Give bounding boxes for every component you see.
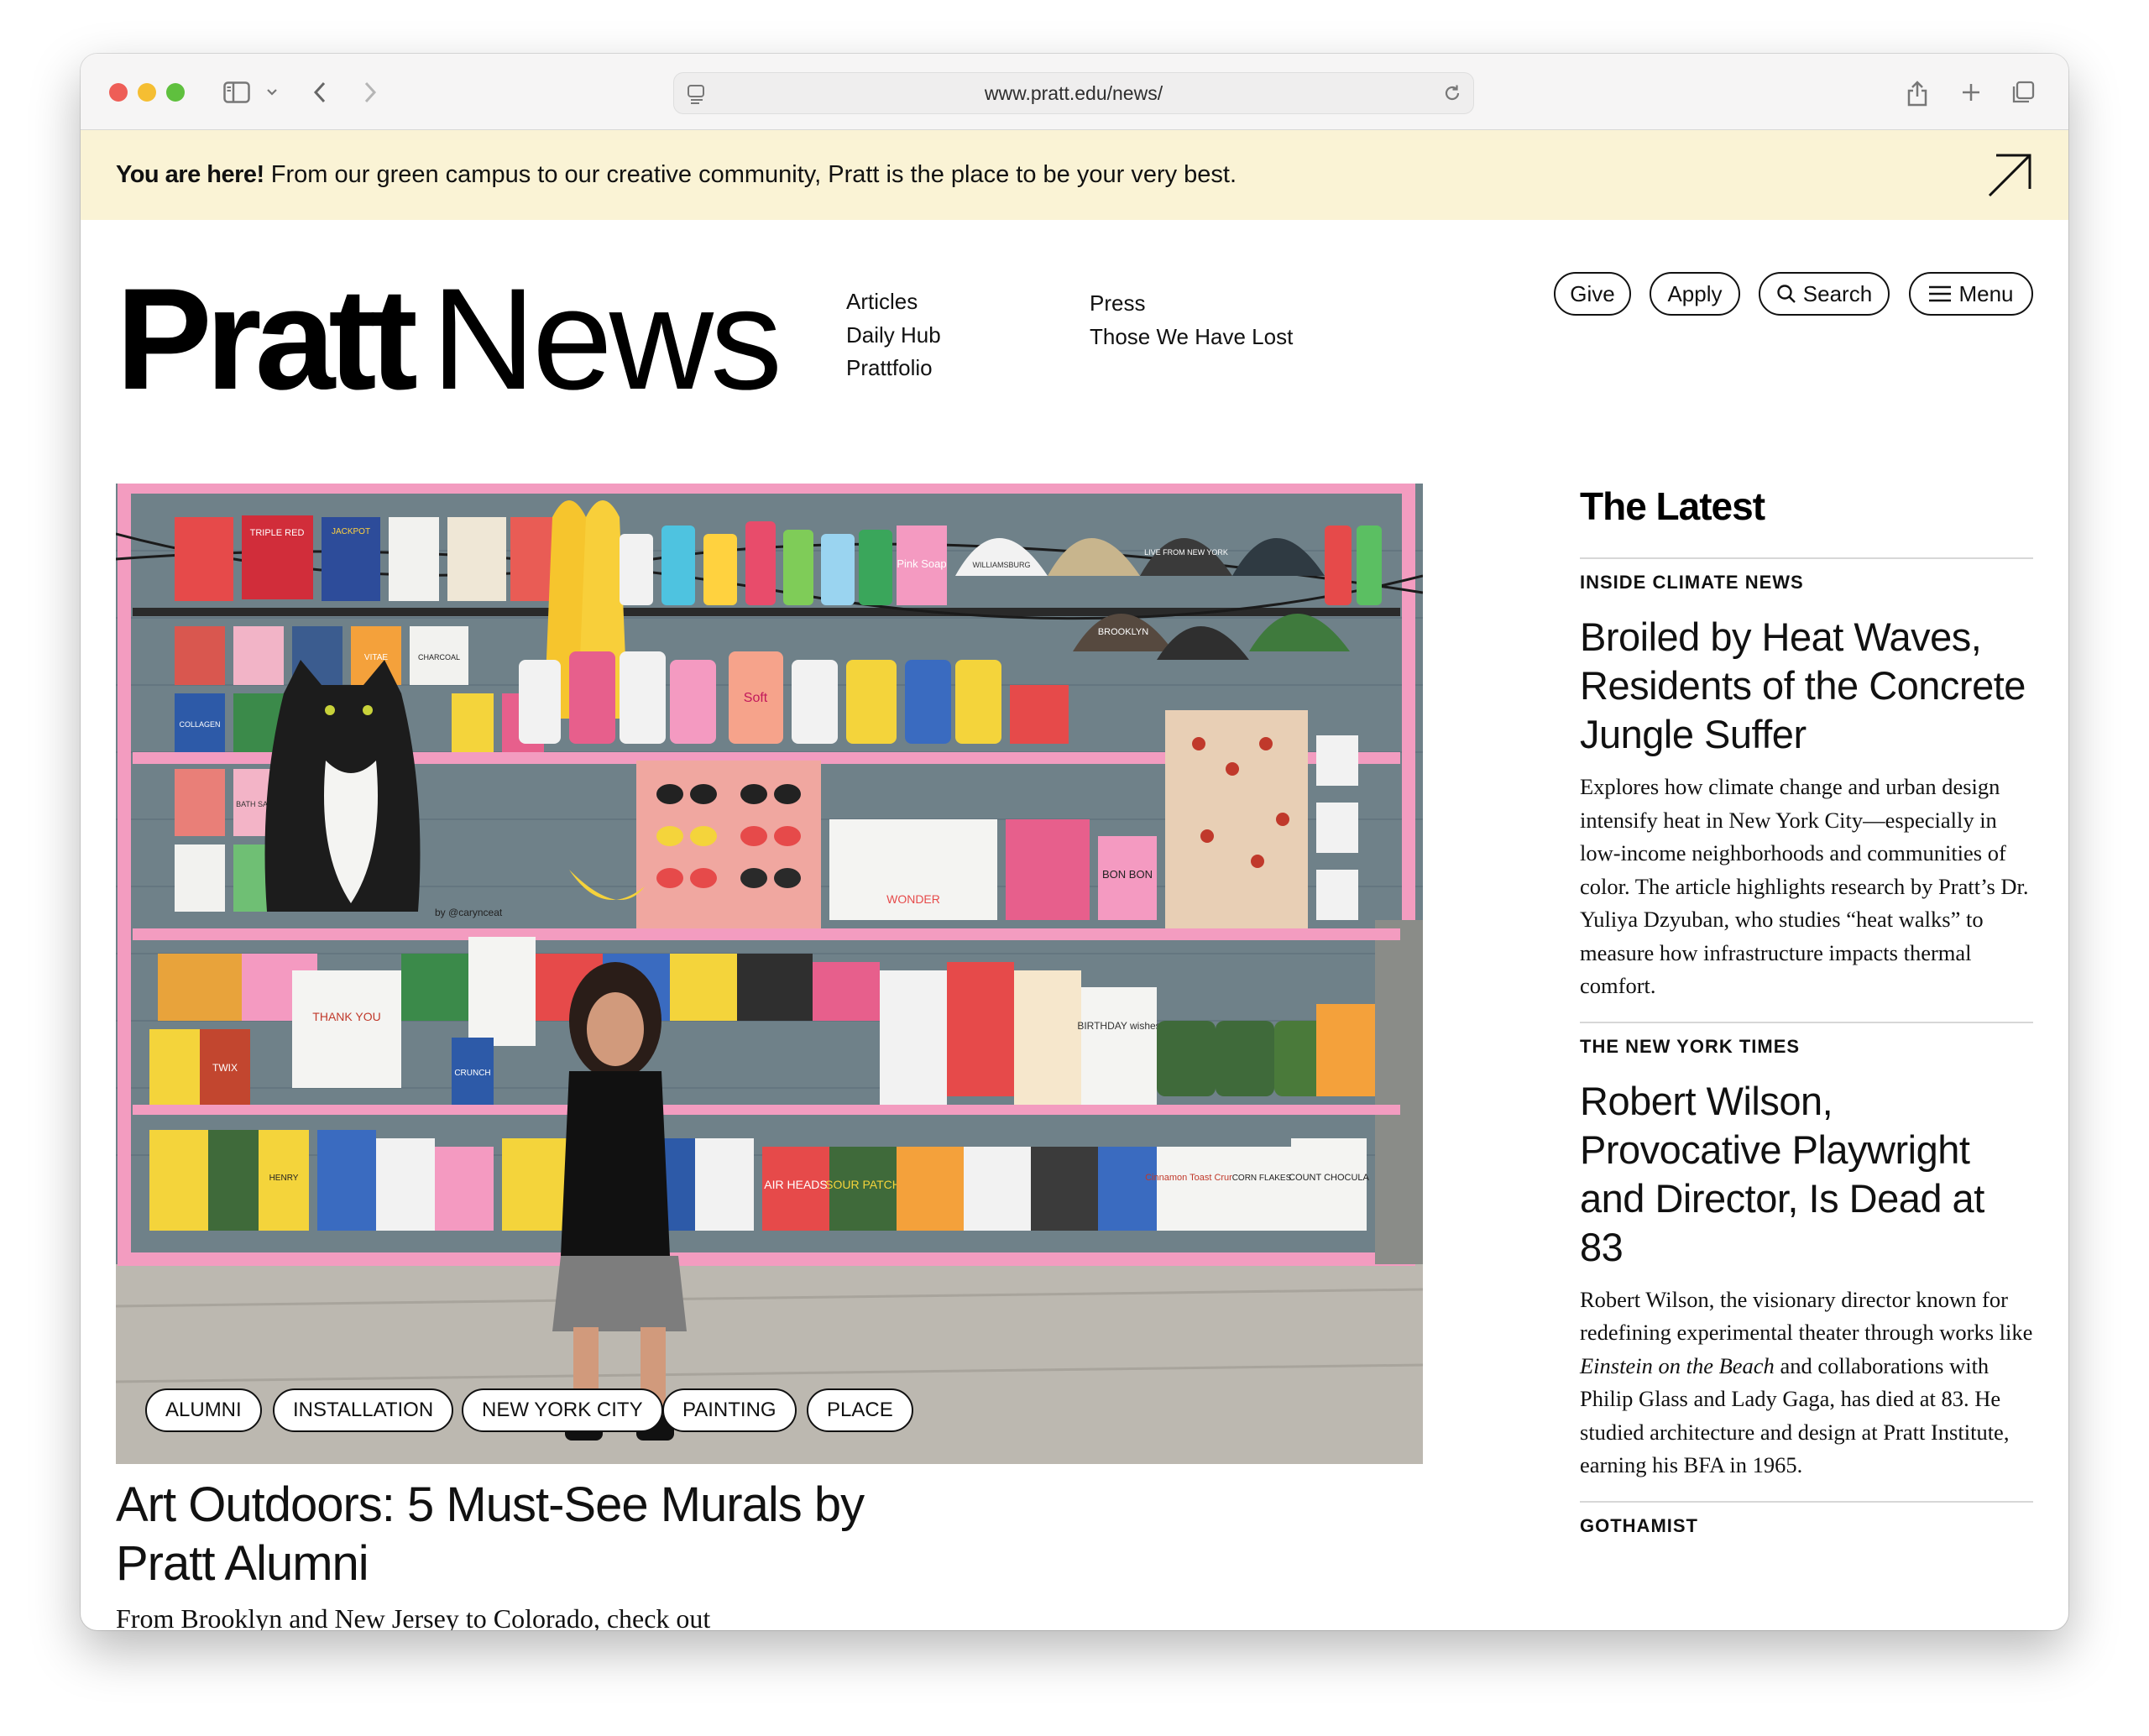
tag-label: NEW YORK CITY — [482, 1399, 643, 1421]
address-bar[interactable]: www.pratt.edu/news/ — [673, 72, 1474, 114]
share-icon[interactable] — [1902, 74, 1932, 111]
tag-alumni[interactable]: ALUMNI — [145, 1388, 262, 1432]
sidebar-icon[interactable] — [220, 74, 254, 111]
mural-label-thank-you: THANK YOU — [312, 1010, 380, 1023]
mural-label-williamsburg: WILLIAMSBURG — [972, 561, 1030, 569]
mural-label-henry: HENRY — [269, 1174, 299, 1183]
body-italic-title: Einstein on the Beach — [1580, 1352, 1775, 1378]
mural-label-live-from-ny: LIVE FROM NEW YORK — [1144, 548, 1228, 557]
latest-item-title[interactable]: Robert Wilson, Provocative Playwright an… — [1580, 1077, 2033, 1272]
nav-column-primary: Articles Daily Hub Prattfolio — [846, 285, 941, 385]
search-button[interactable]: Search — [1759, 272, 1890, 316]
browser-window: www.pratt.edu/news/ You are here! From o… — [81, 54, 2068, 1630]
mural-label-jackpot: JACKPOT — [332, 527, 370, 536]
reload-icon[interactable] — [1441, 82, 1463, 108]
tag-label: PLACE — [827, 1399, 893, 1421]
give-label: Give — [1570, 280, 1615, 306]
pratt-news-logo[interactable]: Pratt News — [116, 255, 782, 423]
menu-label: Menu — [1958, 280, 2014, 306]
mural-signature: by @carynceat — [435, 907, 503, 918]
mural-label-twix: TWIX — [212, 1062, 238, 1074]
mural-label-bon-bon: BON BON — [1102, 868, 1153, 881]
divider — [1580, 1500, 2033, 1503]
mural-label-birthday-wishes: BIRTHDAY wishes — [1077, 1020, 1160, 1032]
nav-column-secondary: Press Those We Have Lost — [1090, 287, 1293, 353]
latest-item-body: Explores how climate change and urban de… — [1580, 774, 2029, 998]
search-label: Search — [1802, 280, 1873, 306]
zoom-window-button[interactable] — [166, 83, 185, 102]
mural-label-crunch: CRUNCH — [454, 1069, 490, 1078]
arrow-up-right-icon[interactable] — [1986, 152, 2033, 203]
minimize-window-button[interactable] — [138, 83, 156, 102]
hero-image[interactable]: TRIPLE RED JACKPOT Pink Soap WILLIAMSBUR… — [116, 484, 1423, 1464]
source-label: INSIDE CLIMATE NEWS — [1580, 572, 1804, 593]
hero-article-title[interactable]: Art Outdoors: 5 Must-See Murals by Pratt… — [116, 1476, 871, 1593]
logo-news: News — [431, 259, 782, 420]
menu-button[interactable]: Menu — [1909, 272, 2033, 316]
nav-link-articles[interactable]: Articles — [846, 285, 941, 319]
nav-link-prattfolio[interactable]: Prattfolio — [846, 352, 941, 385]
latest-sidebar: The Latest INSIDE CLIMATE NEWS Broiled b… — [1580, 480, 2033, 1538]
tag-painting[interactable]: PAINTING — [662, 1388, 797, 1432]
browser-toolbar: www.pratt.edu/news/ — [81, 54, 2068, 130]
hero-article-dek: From Brooklyn and New Jersey to Colorado… — [116, 1603, 711, 1630]
forward-arrow-icon[interactable] — [358, 74, 383, 111]
source-label: GOTHAMIST — [1580, 1514, 1698, 1536]
search-icon — [1777, 285, 1796, 303]
chevron-down-icon[interactable] — [264, 74, 280, 111]
announcement-text: You are here! From our green campus to o… — [116, 130, 1237, 220]
mural-label-soft: Soft — [744, 691, 768, 705]
apply-button[interactable]: Apply — [1650, 272, 1740, 316]
tag-place[interactable]: PLACE — [807, 1388, 913, 1432]
nav-link-those-we-have-lost[interactable]: Those We Have Lost — [1090, 321, 1293, 354]
mural-label-triple-red: TRIPLE RED — [250, 528, 305, 538]
back-arrow-icon[interactable] — [307, 74, 332, 111]
source-label: THE NEW YORK TIMES — [1580, 1035, 1801, 1057]
apply-label: Apply — [1667, 280, 1723, 306]
hamburger-menu-icon — [1929, 285, 1952, 302]
close-window-button[interactable] — [109, 83, 128, 102]
url-text[interactable]: www.pratt.edu/news/ — [674, 73, 1473, 113]
announcement-banner[interactable]: You are here! From our green campus to o… — [81, 130, 2068, 220]
latest-item-title[interactable]: Broiled by Heat Waves, Residents of the … — [1580, 613, 2033, 759]
latest-heading: The Latest — [1580, 484, 1765, 528]
tag-label: INSTALLATION — [293, 1399, 434, 1421]
nav-link-daily-hub[interactable]: Daily Hub — [846, 319, 941, 353]
mural-label-air-heads: AIR HEADS — [764, 1178, 827, 1191]
announcement-body: From our green campus to our creative co… — [264, 161, 1237, 188]
logo-pratt: Pratt — [116, 259, 418, 420]
tag-label: ALUMNI — [165, 1399, 242, 1421]
give-button[interactable]: Give — [1554, 272, 1631, 316]
tab-overview-icon[interactable] — [2008, 74, 2038, 111]
mural-label-count-chocula: COUNT CHOCULA — [1289, 1173, 1369, 1183]
mural-label-charcoal: CHARCOAL — [418, 653, 460, 661]
mural-label-brooklyn: BROOKLYN — [1098, 627, 1148, 637]
mural-label-wonder: WONDER — [886, 892, 940, 906]
tag-label: PAINTING — [682, 1399, 776, 1421]
mural-label-corn-flakes: CORN FLAKES — [1232, 1174, 1292, 1183]
nav-link-press[interactable]: Press — [1090, 287, 1293, 321]
mural-label-pink-soap: Pink Soap — [897, 557, 946, 570]
tag-installation[interactable]: INSTALLATION — [273, 1388, 454, 1432]
divider — [1580, 1021, 2033, 1023]
mural-label-sour-patch: SOUR PATCH — [825, 1178, 901, 1191]
body-text: Robert Wilson, the visionary director kn… — [1580, 1286, 2033, 1346]
divider — [1580, 557, 2033, 559]
announcement-bold: You are here! — [116, 161, 264, 188]
tag-new-york-city[interactable]: NEW YORK CITY — [462, 1388, 663, 1432]
mural-label-cinnamon-toast-crunch: Cinnamon Toast Crunch — [1145, 1173, 1244, 1183]
new-tab-plus-icon[interactable] — [1956, 74, 1986, 111]
latest-item-body: Robert Wilson, the visionary director kn… — [1580, 1284, 2033, 1482]
mural-label-collagen: COLLAGEN — [179, 720, 220, 729]
mural-illustration: TRIPLE RED JACKPOT Pink Soap WILLIAMSBUR… — [116, 484, 1423, 1464]
